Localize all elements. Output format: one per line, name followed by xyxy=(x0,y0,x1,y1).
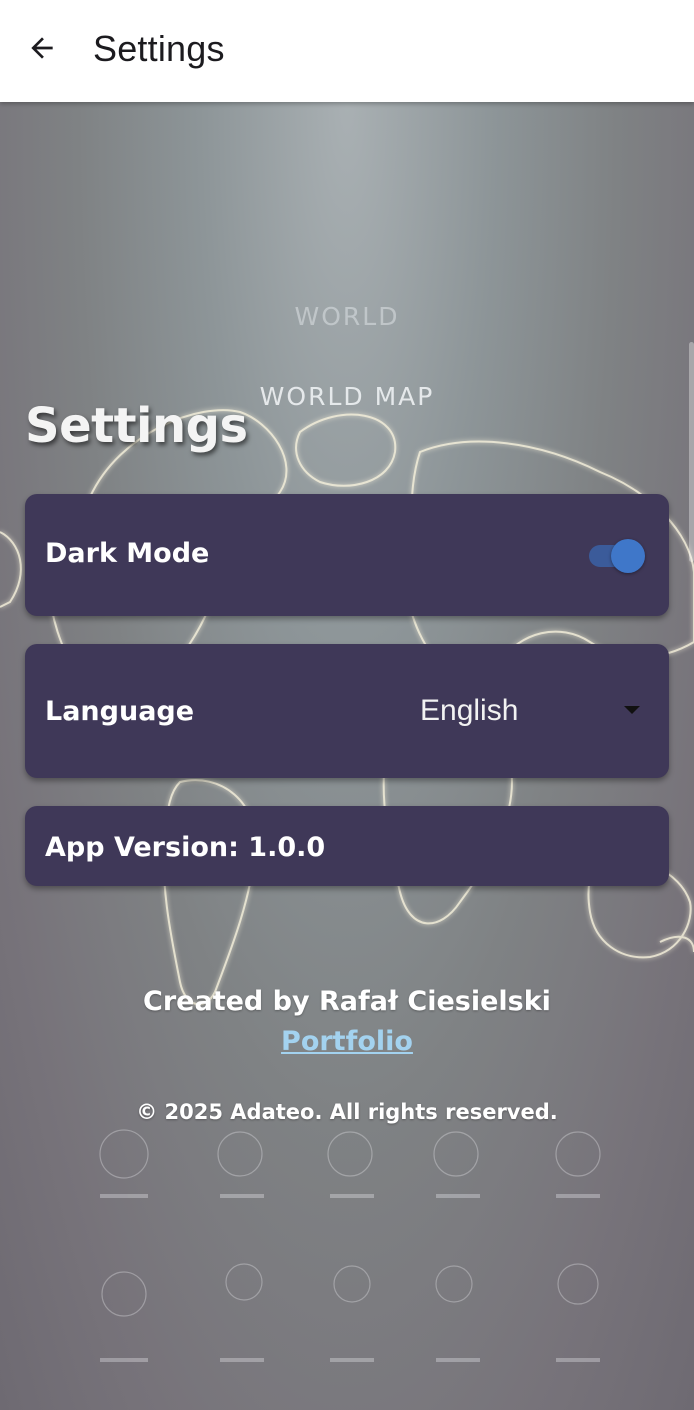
created-by-text: Created by Rafał Ciesielski xyxy=(143,986,551,1017)
dark-mode-label: Dark Mode xyxy=(45,538,210,569)
portfolio-link[interactable]: Portfolio xyxy=(0,1026,694,1057)
language-card: Language English xyxy=(25,644,669,778)
copyright-text: © 2025 Adateo. All rights reserved. xyxy=(136,1100,558,1124)
background-title-small: WORLD xyxy=(294,302,400,331)
dark-mode-card: Dark Mode xyxy=(25,494,669,616)
toggle-thumb xyxy=(611,539,645,573)
app-version-card: App Version: 1.0.0 xyxy=(25,806,669,886)
caret-down-icon xyxy=(624,706,640,714)
back-button[interactable] xyxy=(20,26,64,70)
app-bar: Settings xyxy=(0,0,694,102)
language-label: Language xyxy=(45,696,195,727)
page-heading: Settings xyxy=(25,398,248,454)
scrollbar[interactable] xyxy=(689,342,694,562)
language-selected-value: English xyxy=(420,694,519,727)
dark-mode-toggle[interactable] xyxy=(589,538,645,573)
language-dropdown[interactable]: English xyxy=(420,684,650,740)
app-bar-title: Settings xyxy=(93,28,225,69)
app-version-label: App Version: 1.0.0 xyxy=(45,832,326,863)
arrow-left-icon xyxy=(31,37,53,59)
